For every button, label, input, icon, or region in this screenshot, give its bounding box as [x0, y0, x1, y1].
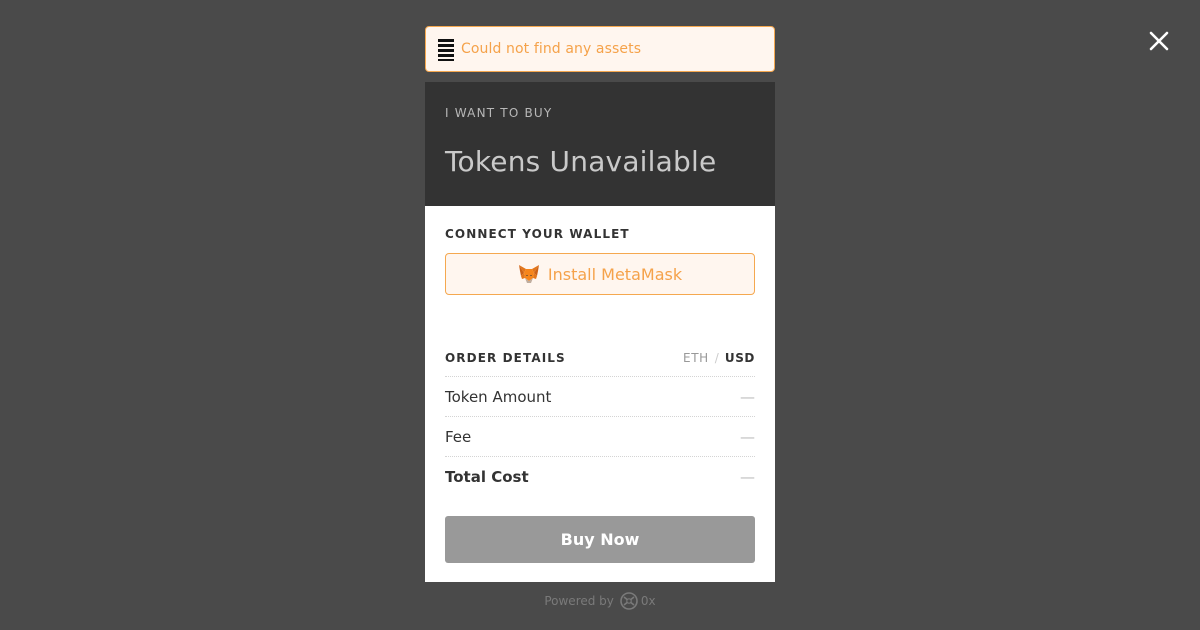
order-row-fee: Fee —	[445, 417, 755, 457]
total-cost-value: —	[740, 467, 755, 486]
install-metamask-button[interactable]: Install MetaMask	[445, 253, 755, 295]
close-icon	[1149, 31, 1169, 51]
token-amount-value: —	[740, 387, 755, 406]
fee-value: —	[740, 427, 755, 446]
alert-message: Could not find any assets	[461, 41, 642, 57]
header-label: I WANT TO BUY	[445, 106, 553, 120]
header-title: Tokens Unavailable	[445, 145, 717, 178]
install-metamask-label: Install MetaMask	[547, 264, 683, 284]
buy-now-button[interactable]: Buy Now	[445, 516, 755, 563]
asset-header: I WANT TO BUY Tokens Unavailable	[425, 82, 775, 206]
order-details-header: ORDER DETAILS ETH / USD	[445, 348, 755, 377]
token-amount-label: Token Amount	[445, 387, 552, 406]
list-icon	[438, 37, 454, 61]
order-details-label: ORDER DETAILS	[445, 351, 566, 365]
currency-separator: /	[714, 351, 719, 365]
order-row-token-amount: Token Amount —	[445, 377, 755, 417]
buy-widget: I WANT TO BUY Tokens Unavailable CONNECT…	[425, 82, 775, 582]
0x-logo-icon	[620, 592, 638, 610]
0x-brand-label: 0x	[640, 594, 656, 608]
powered-by-footer[interactable]: Powered by 0x	[425, 590, 775, 612]
currency-eth-option[interactable]: ETH	[683, 351, 709, 365]
error-alert: Could not find any assets	[425, 26, 775, 72]
fee-label: Fee	[445, 427, 472, 446]
wallet-section-label: CONNECT YOUR WALLET	[445, 227, 630, 241]
powered-by-label: Powered by	[544, 594, 614, 608]
close-button[interactable]	[1148, 30, 1170, 52]
currency-toggle: ETH / USD	[683, 351, 755, 365]
currency-usd-option[interactable]: USD	[725, 351, 755, 365]
metamask-fox-icon	[518, 264, 540, 284]
total-cost-label: Total Cost	[445, 467, 529, 486]
order-row-total-cost: Total Cost —	[445, 457, 755, 496]
